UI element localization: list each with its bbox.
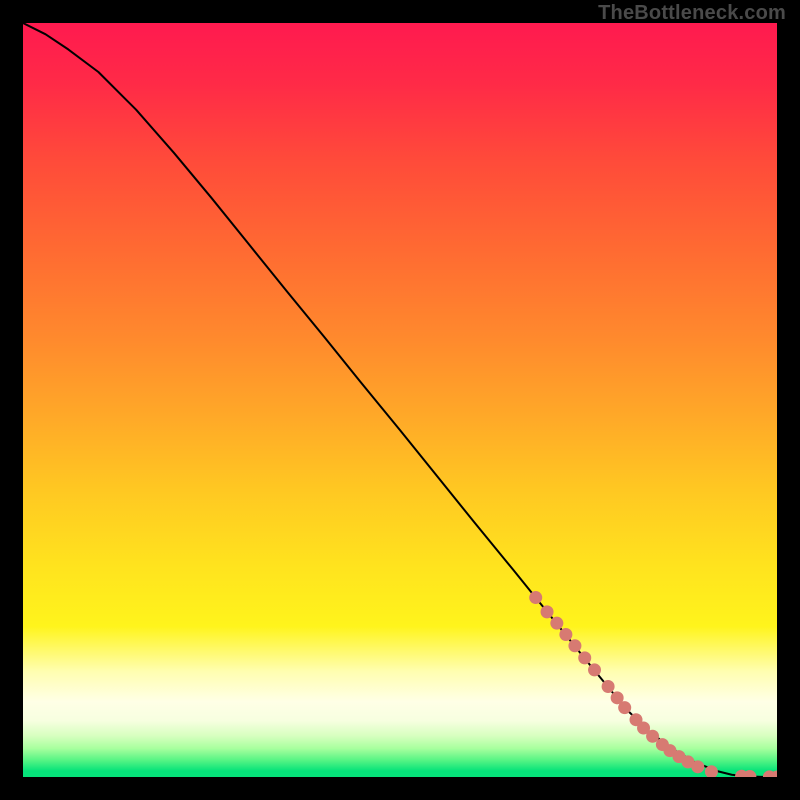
plot-area (23, 23, 777, 777)
data-dot (568, 639, 581, 652)
data-dot (588, 663, 601, 676)
data-dot (541, 605, 554, 618)
data-dot (559, 628, 572, 641)
watermark-text: TheBottleneck.com (598, 2, 786, 25)
data-dot (529, 591, 542, 604)
chart-stage: TheBottleneck.com (0, 0, 800, 800)
data-dot (602, 680, 615, 693)
data-dot (550, 617, 563, 630)
gradient-background (23, 23, 777, 777)
chart-svg (23, 23, 777, 777)
data-dot (618, 701, 631, 714)
data-dot (691, 760, 704, 773)
data-dot (578, 651, 591, 664)
